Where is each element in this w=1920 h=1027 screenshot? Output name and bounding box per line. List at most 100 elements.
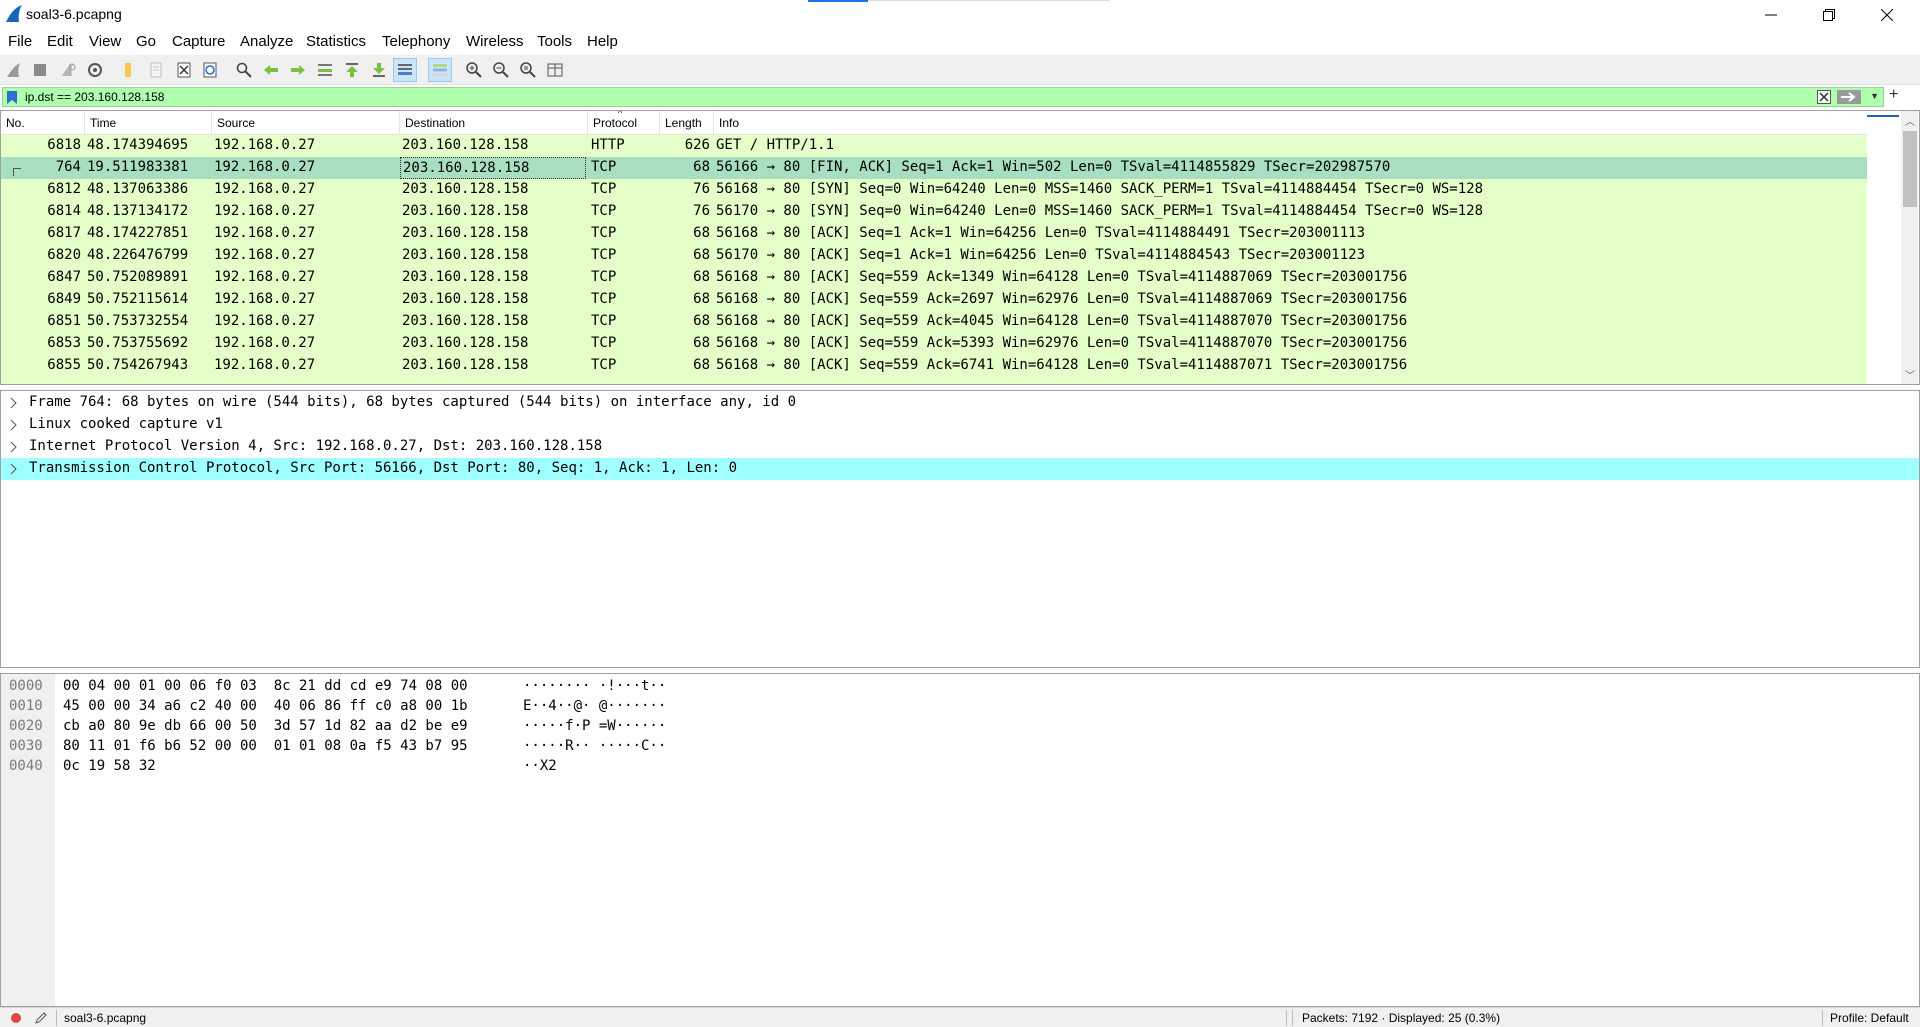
menu-wireless[interactable]: Wireless	[466, 33, 524, 50]
packet-cell-dst: 203.160.128.158	[402, 313, 529, 329]
packet-row[interactable]: 6818 48.174394695 192.168.0.27 203.160.128.…	[1, 135, 1867, 157]
add-filter-button[interactable]: +	[1889, 86, 1898, 104]
bytes-hex[interactable]: 0c 19 58 32	[63, 758, 156, 774]
bytes-ascii[interactable]: ········ ·!···t··	[523, 678, 666, 694]
zoom-out-button[interactable]	[489, 58, 513, 82]
detail-line-frame[interactable]: Frame 764: 68 bytes on wire (544 bits), …	[1, 392, 1919, 414]
apply-filter-icon[interactable]	[1837, 90, 1861, 104]
packet-list-scrollbar[interactable]: ︿ ﹀	[1867, 111, 1919, 384]
menu-go[interactable]: Go	[136, 33, 156, 50]
packet-row[interactable]: 6817 48.174227851 192.168.0.27 203.160.128.…	[1, 223, 1867, 245]
packet-row[interactable]: 6853 50.753755692 192.168.0.27 203.160.128.…	[1, 333, 1867, 355]
packet-cell-src: 192.168.0.27	[214, 357, 316, 373]
menu-telephony[interactable]: Telephony	[382, 33, 450, 50]
menu-file[interactable]: File	[8, 33, 32, 50]
packet-row[interactable]: 6849 50.752115614 192.168.0.27 203.160.128.…	[1, 289, 1867, 311]
restore-button[interactable]	[1800, 0, 1858, 30]
filter-text: ip.dst == 203.160.128.158	[25, 90, 165, 104]
packet-cell-time: 50.753732554	[87, 313, 189, 329]
filter-history-dropdown[interactable]: ▼	[1870, 91, 1879, 101]
bytes-hex[interactable]: cb a0 80 9e db 66 00 50 3d 57 1d 82 aa d…	[63, 718, 468, 734]
last-packet-button[interactable]	[367, 58, 391, 82]
restore-icon	[1823, 9, 1835, 21]
packet-cell-src: 192.168.0.27	[214, 291, 316, 307]
packet-row[interactable]: 6814 48.137134172 192.168.0.27 203.160.128.…	[1, 201, 1867, 223]
bytes-ascii[interactable]: ··X2	[523, 758, 557, 774]
go-to-packet-button[interactable]	[313, 58, 337, 82]
expert-info-icon[interactable]	[10, 1012, 22, 1024]
bookmark-icon[interactable]	[7, 91, 17, 104]
open-file-button[interactable]	[116, 58, 140, 82]
col-header-destination[interactable]: Destination	[400, 111, 588, 135]
file-icon	[150, 62, 162, 78]
expand-chevron-icon[interactable]	[9, 419, 19, 431]
menu-help[interactable]: Help	[587, 33, 618, 50]
expand-chevron-icon[interactable]	[9, 463, 19, 475]
expand-chevron-icon[interactable]	[9, 441, 19, 453]
col-header-length[interactable]: Length	[660, 111, 714, 135]
minimize-button[interactable]	[1742, 0, 1800, 30]
packet-cell-time: 50.752089891	[87, 269, 189, 285]
packet-row[interactable]: 6855 50.754267943 192.168.0.27 203.160.128.…	[1, 355, 1867, 377]
find-packet-button[interactable]	[232, 58, 256, 82]
close-button[interactable]	[1858, 0, 1916, 30]
normal-size-button[interactable]	[516, 58, 540, 82]
reload-file-button[interactable]	[198, 58, 222, 82]
scroll-thumb[interactable]	[1903, 131, 1917, 207]
status-bar: soal3-6.pcapng Packets: 7192 · Displayed…	[0, 1007, 1920, 1027]
colorize-toggle[interactable]	[428, 58, 452, 82]
packet-row[interactable]: 6847 50.752089891 192.168.0.27 203.160.128.…	[1, 267, 1867, 289]
first-packet-button[interactable]	[340, 58, 364, 82]
restart-icon	[62, 63, 76, 76]
packet-row-partial[interactable]	[1, 377, 1867, 384]
resize-columns-button[interactable]	[543, 58, 567, 82]
zoom-in-button[interactable]	[462, 58, 486, 82]
packet-cell-dst: 203.160.128.158	[402, 269, 529, 285]
bytes-ascii[interactable]: ·····R·· ·····C··	[523, 738, 666, 754]
capture-options-button[interactable]	[83, 58, 107, 82]
clear-filter-icon[interactable]	[1817, 90, 1831, 104]
edit-comment-icon[interactable]	[34, 1011, 48, 1025]
go-forward-button[interactable]	[286, 58, 310, 82]
scroll-down-icon[interactable]: ﹀	[1905, 367, 1915, 382]
display-filter-input[interactable]: ip.dst == 203.160.128.158 ▼	[2, 87, 1884, 107]
status-profile[interactable]: Profile: Default	[1830, 1011, 1909, 1025]
packet-row[interactable]: 6851 50.753732554 192.168.0.27 203.160.128.…	[1, 311, 1867, 333]
col-header-no[interactable]: No.	[1, 111, 85, 135]
bytes-hex[interactable]: 00 04 00 01 00 06 f0 03 8c 21 dd cd e9 7…	[63, 678, 468, 694]
detail-text: Frame 764: 68 bytes on wire (544 bits), …	[29, 394, 797, 410]
detail-line-linux-cooked[interactable]: Linux cooked capture v1	[1, 414, 1919, 436]
detail-line-tcp[interactable]: Transmission Control Protocol, Src Port:…	[1, 458, 1919, 480]
menu-edit[interactable]: Edit	[47, 33, 73, 50]
bytes-hex[interactable]: 45 00 00 34 a6 c2 40 00 40 06 86 ff c0 a…	[63, 698, 468, 714]
autoscroll-toggle[interactable]	[393, 58, 417, 82]
stop-capture-button[interactable]	[28, 58, 52, 82]
close-file-button[interactable]	[172, 58, 196, 82]
packet-cell-info: 56166 → 80 [FIN, ACK] Seq=1 Ack=1 Win=50…	[716, 159, 1391, 175]
packet-cell-info: 56168 → 80 [ACK] Seq=559 Ack=2697 Win=62…	[716, 291, 1408, 307]
col-header-time[interactable]: Time	[85, 111, 212, 135]
packet-row[interactable]: 6820 48.226476799 192.168.0.27 203.160.128.…	[1, 245, 1867, 267]
bytes-ascii[interactable]: E··4··@· @·······	[523, 698, 666, 714]
packet-row[interactable]: 6812 48.137063386 192.168.0.27 203.160.128.…	[1, 179, 1867, 201]
menu-statistics[interactable]: Statistics	[306, 33, 366, 50]
expand-chevron-icon[interactable]	[9, 397, 19, 409]
save-file-button[interactable]	[144, 58, 168, 82]
restart-capture-button[interactable]	[56, 58, 80, 82]
menu-capture[interactable]: Capture	[172, 33, 225, 50]
packet-cell-time: 50.753755692	[87, 335, 189, 351]
bytes-hex[interactable]: 80 11 01 f6 b6 52 00 00 01 01 08 0a f5 4…	[63, 738, 468, 754]
go-back-button[interactable]	[259, 58, 283, 82]
col-header-protocol[interactable]: ^ Protocol	[588, 111, 660, 135]
scroll-up-icon[interactable]: ︿	[1905, 113, 1915, 128]
detail-line-ipv4[interactable]: Internet Protocol Version 4, Src: 192.16…	[1, 436, 1919, 458]
col-header-source[interactable]: Source	[212, 111, 400, 135]
menu-tools[interactable]: Tools	[537, 33, 572, 50]
menu-analyze[interactable]: Analyze	[240, 33, 293, 50]
start-capture-button[interactable]	[2, 58, 26, 82]
packet-cell-time: 50.754267943	[87, 357, 189, 373]
bytes-ascii[interactable]: ·····f·P =W······	[523, 718, 666, 734]
col-header-info[interactable]: Info	[714, 111, 1867, 135]
menu-view[interactable]: View	[89, 33, 121, 50]
packet-row[interactable]: 764 19.511983381 192.168.0.27 203.160.128.1…	[1, 157, 1867, 179]
